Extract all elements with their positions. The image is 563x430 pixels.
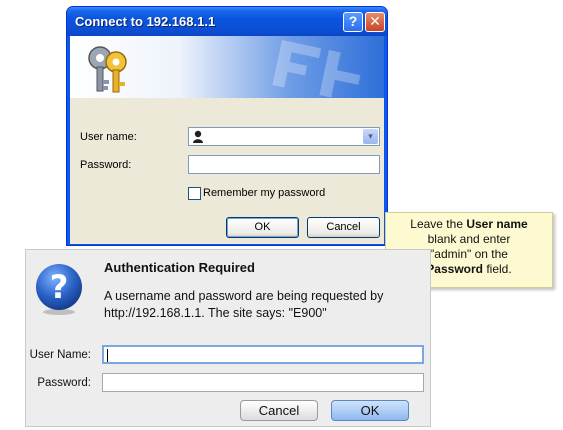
callout-text-2: blank and enter <box>427 232 511 246</box>
ff-cancel-button[interactable]: Cancel <box>240 400 318 421</box>
callout-bold-username: User name <box>466 217 528 231</box>
close-button[interactable]: ✕ <box>365 12 385 32</box>
ff-username-label: User Name: <box>29 349 91 361</box>
callout-text-4: field. <box>483 262 512 276</box>
callout-text-1: Leave the <box>410 217 467 231</box>
xp-login-dialog: Connect to 192.168.1.1 ? ✕ User name: ▾ … <box>66 6 388 246</box>
password-field[interactable] <box>188 155 380 174</box>
ok-button[interactable]: OK <box>226 217 299 238</box>
xp-dialog-body: User name: ▾ Password: Remember my passw… <box>70 98 384 244</box>
chevron-down-icon[interactable]: ▾ <box>363 129 378 144</box>
ff-username-input[interactable] <box>102 345 424 364</box>
password-label: Password: <box>80 159 132 171</box>
user-icon <box>193 130 203 143</box>
ff-ok-button[interactable]: OK <box>331 400 409 421</box>
ff-message: A username and password are being reques… <box>104 289 384 320</box>
text-caret <box>107 349 108 362</box>
remember-password-checkbox[interactable] <box>188 187 201 200</box>
ff-heading: Authentication Required <box>104 260 255 275</box>
xp-dialog-title: Connect to 192.168.1.1 <box>75 14 216 29</box>
cancel-button[interactable]: Cancel <box>307 217 380 238</box>
question-glyph: ? <box>50 268 69 306</box>
keys-icon <box>88 46 127 93</box>
help-button[interactable]: ? <box>343 12 363 32</box>
callout-bold-password: Password <box>426 262 483 276</box>
ff-auth-dialog: ? Authentication Required A username and… <box>25 249 431 427</box>
help-icon: ? <box>348 13 358 29</box>
remember-password-label[interactable]: Remember my password <box>203 187 325 199</box>
username-label: User name: <box>80 131 137 143</box>
ff-password-label: Password: <box>37 377 91 389</box>
username-combobox[interactable]: ▾ <box>188 127 380 146</box>
xp-title-bar[interactable]: Connect to 192.168.1.1 ? ✕ <box>67 7 387 36</box>
question-icon: ? <box>36 264 82 315</box>
close-icon: ✕ <box>369 13 381 29</box>
xp-banner <box>70 36 384 98</box>
ff-password-input[interactable] <box>102 373 424 392</box>
